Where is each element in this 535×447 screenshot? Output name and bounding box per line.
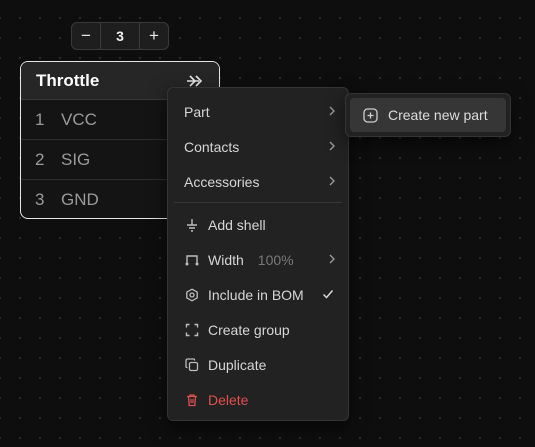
- trash-icon: [184, 392, 200, 408]
- create-new-part-button[interactable]: Create new part: [350, 98, 506, 132]
- hexagon-icon: [184, 287, 200, 303]
- menu-item-contacts[interactable]: Contacts: [168, 129, 348, 164]
- menu-item-duplicate[interactable]: Duplicate: [168, 347, 348, 382]
- pin-count-stepper: − 3 +: [71, 22, 169, 50]
- menu-item-include-in-bom[interactable]: Include in BOM: [168, 277, 348, 312]
- menu-item-label: Width: [208, 251, 244, 268]
- duplicate-icon: [184, 357, 200, 373]
- menu-item-label: Add shell: [208, 216, 266, 233]
- menu-divider: [174, 202, 342, 203]
- pin-number: 2: [35, 149, 45, 169]
- chevron-right-icon: [328, 139, 336, 155]
- shell-ground-icon: [184, 217, 200, 233]
- plus-square-icon: [362, 107, 378, 123]
- menu-item-delete[interactable]: Delete: [168, 382, 348, 417]
- width-icon: [184, 252, 200, 268]
- menu-item-label: Part: [184, 103, 210, 120]
- pin-name: VCC: [61, 109, 97, 129]
- menu-item-add-shell[interactable]: Add shell: [168, 207, 348, 242]
- pin-name: GND: [61, 190, 99, 209]
- menu-item-part[interactable]: Part: [168, 94, 348, 129]
- checkmark-icon: [322, 287, 334, 303]
- menu-item-label: Contacts: [184, 138, 240, 155]
- decrement-button[interactable]: −: [72, 23, 100, 49]
- chevron-right-icon: [328, 252, 336, 268]
- width-value: 100%: [257, 251, 294, 268]
- menu-item-label: Accessories: [184, 173, 260, 190]
- chevron-right-icon: [328, 104, 336, 120]
- group-select-icon: [184, 322, 200, 338]
- pin-number: 1: [35, 109, 45, 129]
- pin-name: SIG: [61, 149, 91, 169]
- increment-button[interactable]: +: [140, 23, 168, 49]
- menu-item-label: Create group: [208, 321, 290, 338]
- menu-item-label: Duplicate: [208, 356, 267, 373]
- pin-count-value[interactable]: 3: [100, 23, 140, 49]
- chevron-right-icon: [328, 174, 336, 190]
- node-title: Throttle: [36, 70, 100, 90]
- menu-item-width[interactable]: Width 100%: [168, 242, 348, 277]
- menu-item-label: Delete: [208, 391, 249, 408]
- submenu-item-label: Create new part: [388, 107, 488, 123]
- menu-item-create-group[interactable]: Create group: [168, 312, 348, 347]
- menu-item-accessories[interactable]: Accessories: [168, 164, 348, 199]
- part-submenu: Create new part: [345, 93, 511, 137]
- menu-item-label: Include in BOM: [208, 286, 304, 303]
- context-menu: Part Contacts Accessories Add shell Widt…: [167, 87, 349, 421]
- pin-number: 3: [35, 190, 45, 209]
